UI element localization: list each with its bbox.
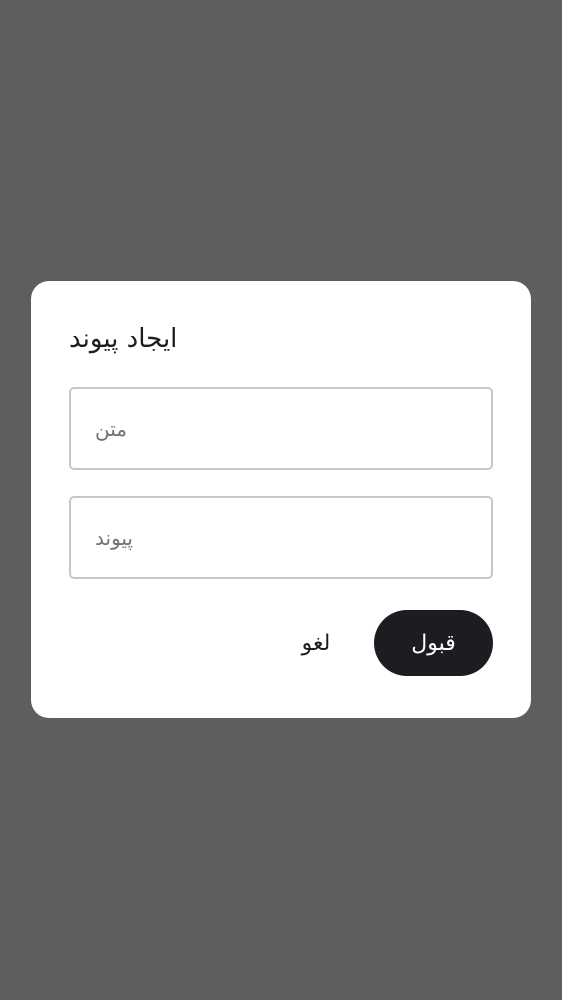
- accept-button[interactable]: قبول: [374, 610, 493, 676]
- link-field[interactable]: [69, 496, 493, 579]
- create-link-dialog: ایجاد پیوند لغو قبول: [31, 281, 531, 718]
- dialog-actions: لغو قبول: [69, 610, 493, 676]
- dialog-title: ایجاد پیوند: [69, 324, 178, 354]
- text-field[interactable]: [69, 387, 493, 470]
- cancel-button[interactable]: لغو: [281, 610, 351, 676]
- text-input[interactable]: [71, 389, 491, 468]
- link-input[interactable]: [71, 498, 491, 577]
